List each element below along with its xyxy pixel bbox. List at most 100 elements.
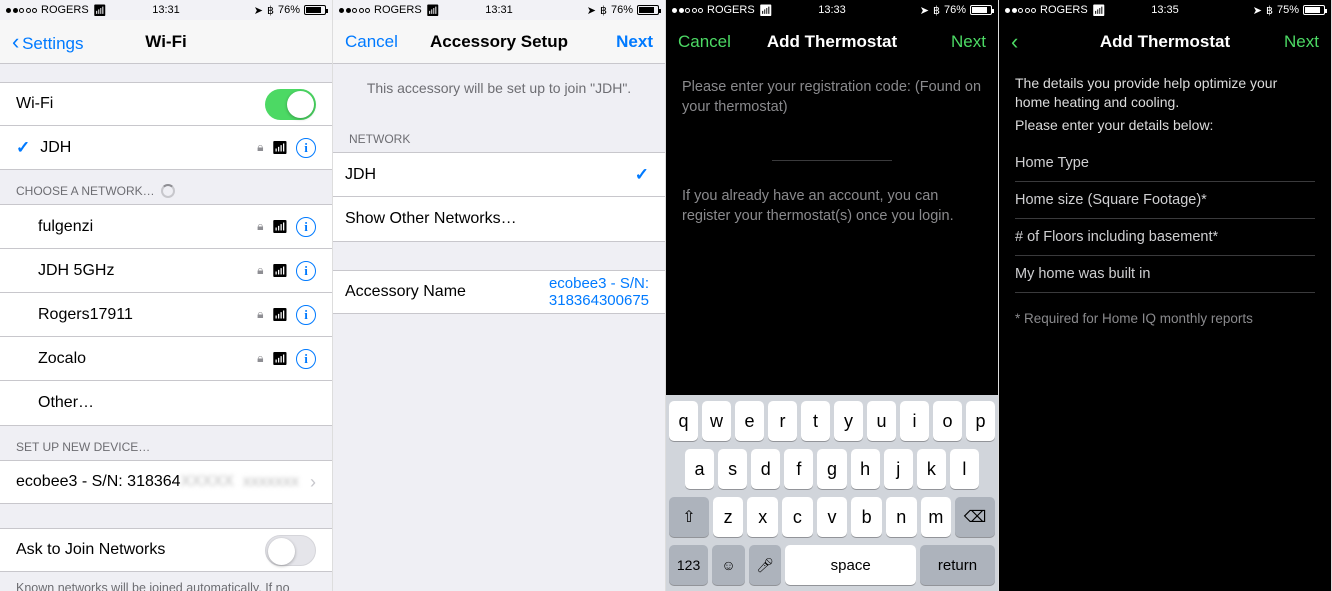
- key-z[interactable]: z: [713, 497, 744, 537]
- built-year-field[interactable]: My home was built in: [1015, 256, 1315, 293]
- next-button[interactable]: Next: [1284, 32, 1319, 52]
- choose-network-header: CHOOSE A NETWORK…: [0, 170, 332, 204]
- required-footnote: * Required for Home IQ monthly reports: [999, 293, 1331, 344]
- page-title: Add Thermostat: [1100, 32, 1230, 52]
- key-p[interactable]: p: [966, 401, 995, 441]
- key-q[interactable]: q: [669, 401, 698, 441]
- location-icon: ➤: [254, 4, 263, 17]
- network-name: JDH 5GHz: [38, 262, 114, 280]
- key-a[interactable]: a: [685, 449, 714, 489]
- key-delete[interactable]: ⌫: [955, 497, 995, 537]
- home-type-field[interactable]: Home Type: [1015, 145, 1315, 182]
- key-mic[interactable]: 🎤︎: [749, 545, 782, 585]
- key-b[interactable]: b: [851, 497, 882, 537]
- network-row[interactable]: fulgenzi 🔒︎ 📶︎ i: [0, 205, 332, 249]
- info-icon[interactable]: i: [296, 261, 316, 281]
- lock-icon: 🔒︎: [257, 140, 263, 155]
- key-v[interactable]: v: [817, 497, 848, 537]
- registration-code-field[interactable]: [772, 137, 892, 161]
- network-name: Zocalo: [38, 350, 86, 368]
- key-j[interactable]: j: [884, 449, 913, 489]
- wifi-icon: 📶︎: [759, 4, 773, 17]
- status-bar: ROGERS 📶︎ 13:33 ➤ ฿ 76%: [666, 0, 998, 20]
- home-size-field[interactable]: Home size (Square Footage)*: [1015, 182, 1315, 219]
- details-intro-1: The details you provide help optimize yo…: [999, 64, 1331, 116]
- info-icon[interactable]: i: [296, 138, 316, 158]
- key-g[interactable]: g: [817, 449, 846, 489]
- ios-keyboard: q w e r t y u i o p a s d f g h j k l: [666, 395, 998, 591]
- wifi-toggle-row[interactable]: Wi-Fi: [0, 82, 332, 126]
- key-u[interactable]: u: [867, 401, 896, 441]
- cancel-button[interactable]: Cancel: [678, 32, 731, 52]
- network-other-row[interactable]: Other…: [0, 381, 332, 425]
- status-time: 13:33: [818, 4, 846, 16]
- connected-network-row[interactable]: ✓ JDH 🔒︎ 📶︎ i: [0, 126, 332, 170]
- back-button[interactable]: ‹ Settings: [12, 29, 84, 55]
- key-emoji[interactable]: ☺: [712, 545, 745, 585]
- key-s[interactable]: s: [718, 449, 747, 489]
- key-r[interactable]: r: [768, 401, 797, 441]
- key-l[interactable]: l: [950, 449, 979, 489]
- key-f[interactable]: f: [784, 449, 813, 489]
- status-bar: ROGERS 📶︎ 13:31 ➤ ฿ 76%: [333, 0, 665, 20]
- key-return[interactable]: return: [920, 545, 995, 585]
- key-y[interactable]: y: [834, 401, 863, 441]
- key-h[interactable]: h: [851, 449, 880, 489]
- battery-icon: [970, 5, 992, 15]
- lock-icon: 🔒︎: [257, 263, 263, 278]
- wifi-icon: 📶︎: [93, 4, 107, 17]
- thermostat-details-content: The details you provide help optimize yo…: [999, 64, 1331, 591]
- accessory-name-row[interactable]: Accessory Name ecobee3 - S/N: 3183643006…: [333, 270, 665, 314]
- wifi-toggle[interactable]: [265, 89, 316, 120]
- battery-pct: 76%: [611, 4, 633, 16]
- key-n[interactable]: n: [886, 497, 917, 537]
- network-row[interactable]: Zocalo 🔒︎ 📶︎ i: [0, 337, 332, 381]
- network-name: fulgenzi: [38, 218, 93, 236]
- key-c[interactable]: c: [782, 497, 813, 537]
- wifi-strength-icon: 📶︎: [271, 140, 288, 156]
- key-x[interactable]: x: [747, 497, 778, 537]
- key-k[interactable]: k: [917, 449, 946, 489]
- next-button[interactable]: Next: [616, 32, 653, 52]
- setup-device-row[interactable]: ecobee3 - S/N: 318364XXXXX xxxxxxx ›: [0, 460, 332, 504]
- bluetooth-icon: ฿: [600, 4, 607, 17]
- key-w[interactable]: w: [702, 401, 731, 441]
- thermostat-code-content: Please enter your registration code: (Fo…: [666, 64, 998, 591]
- ask-join-toggle[interactable]: [265, 535, 316, 566]
- status-bar: ROGERS 📶︎ 13:31 ➤ ฿ 76%: [0, 0, 332, 20]
- chevron-left-icon: ‹: [12, 29, 19, 54]
- ask-join-row[interactable]: Ask to Join Networks: [0, 528, 332, 572]
- next-button[interactable]: Next: [951, 32, 986, 52]
- floors-field[interactable]: # of Floors including basement*: [1015, 219, 1315, 256]
- page-title: Add Thermostat: [767, 32, 897, 52]
- key-m[interactable]: m: [921, 497, 952, 537]
- key-shift[interactable]: ⇧: [669, 497, 709, 537]
- back-button[interactable]: ‹: [1011, 29, 1018, 55]
- key-o[interactable]: o: [933, 401, 962, 441]
- wifi-strength-icon: 📶︎: [271, 219, 288, 235]
- network-row[interactable]: Rogers17911 🔒︎ 📶︎ i: [0, 293, 332, 337]
- location-icon: ➤: [587, 4, 596, 17]
- network-row[interactable]: JDH 5GHz 🔒︎ 📶︎ i: [0, 249, 332, 293]
- signal-dots-icon: [1005, 8, 1036, 13]
- key-t[interactable]: t: [801, 401, 830, 441]
- location-icon: ➤: [1253, 4, 1262, 17]
- setup-device-name: ecobee3 - S/N: 318364: [16, 473, 181, 490]
- cancel-button[interactable]: Cancel: [345, 32, 398, 52]
- info-icon[interactable]: i: [296, 217, 316, 237]
- emoji-icon: ☺: [721, 557, 735, 573]
- network-selected-row[interactable]: JDH ✓: [333, 153, 665, 197]
- setup-message: This accessory will be set up to join "J…: [333, 64, 665, 118]
- bluetooth-icon: ฿: [267, 4, 274, 17]
- show-other-networks-row[interactable]: Show Other Networks…: [333, 197, 665, 241]
- key-d[interactable]: d: [751, 449, 780, 489]
- key-123[interactable]: 123: [669, 545, 708, 585]
- bluetooth-icon: ฿: [1266, 4, 1273, 17]
- key-space[interactable]: space: [785, 545, 916, 585]
- info-icon[interactable]: i: [296, 349, 316, 369]
- key-e[interactable]: e: [735, 401, 764, 441]
- battery-pct: 76%: [944, 4, 966, 16]
- key-i[interactable]: i: [900, 401, 929, 441]
- info-icon[interactable]: i: [296, 305, 316, 325]
- screen-wifi-settings: ROGERS 📶︎ 13:31 ➤ ฿ 76% ‹ Settings Wi-Fi…: [0, 0, 333, 591]
